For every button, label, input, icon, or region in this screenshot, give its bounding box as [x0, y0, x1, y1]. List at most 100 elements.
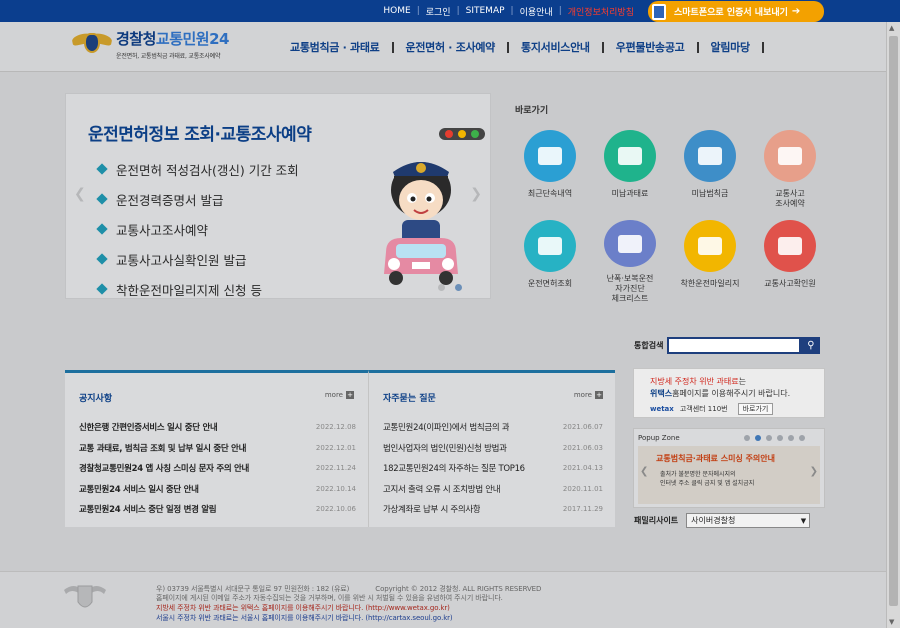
utility-nav: HOME | 로그인 | SITEMAP | 이용안내 | 개인정보처리방침 [377, 0, 640, 22]
quick-label: 최근단속내역 [527, 189, 573, 198]
popup-prev-arrow-icon[interactable]: ❮ [640, 466, 648, 477]
quick-accident-certificate[interactable]: 교통사고확인원 [750, 220, 830, 304]
quick-label: 미납과태료 [611, 189, 649, 198]
quick-links-title: 바로가기 [515, 106, 549, 116]
mileage-icon [684, 220, 736, 272]
banner-title: 운전면허정보 조회·교통조사예약 [88, 125, 312, 145]
quick-unpaid-penalty[interactable]: 미납범칙금 [670, 130, 750, 214]
popup-zone: Popup Zone ❮ 교통범칙금·과태료 스미싱 주의안내 출처가 불분명한… [633, 428, 825, 508]
footer-email-notice: 홈페이지에 게시된 이메일 주소가 자동수집되는 것을 거부하며, 이를 위반 … [156, 594, 503, 602]
faq-more-link[interactable]: more + [574, 391, 603, 399]
popup-dot[interactable] [788, 435, 794, 441]
quick-label: 교통사고 조사예약 [775, 189, 805, 208]
popup-dot[interactable] [744, 435, 750, 441]
smartphone-icon [652, 3, 666, 20]
plus-icon: + [595, 391, 603, 399]
list-item[interactable]: 법인사업자의 법인(민원)신청 방법과 2021.06.03 [383, 438, 603, 459]
family-site: 패밀리사이트 사이버경찰청 ▼ [634, 513, 811, 528]
popup-dot-active[interactable] [755, 435, 761, 441]
nav-returned-mail[interactable]: 우편물반송공고 [616, 39, 685, 55]
integrated-search: 통합검색 ⚲ [634, 337, 821, 354]
banner-item: 착한운전마일리지제 신청 등 [96, 274, 299, 298]
quick-license-lookup[interactable]: 운전면허조회 [510, 220, 590, 304]
car-crash-icon [764, 220, 816, 272]
banner-next-button[interactable]: ❯ [470, 186, 482, 202]
police-emblem-icon [71, 28, 113, 62]
site-footer: 우) 03739 서울특별시 서대문구 통일로 97 민원전화 : 182 (유… [0, 571, 886, 628]
pager-dot-active[interactable] [455, 284, 462, 291]
pager-dot[interactable] [438, 284, 445, 291]
popup-dot[interactable] [799, 435, 805, 441]
wetax-logo: wetax [650, 405, 674, 413]
quick-links-grid: 최근단속내역 미납과태료 미납범칙금 교통사고 조사예약 운전면허조회 난폭·보… [510, 130, 840, 304]
nav-news[interactable]: 알림마당 [711, 39, 751, 55]
notice-list: 신한은행 간편인증서비스 일시 중단 안내 2022.12.08 교통 과태료, … [79, 417, 356, 520]
banner-item: 교통사고조사예약 [96, 214, 299, 244]
nav-fines[interactable]: 교통범칙금 · 과태료 [290, 39, 380, 55]
site-logo[interactable]: 경찰청교통민원24 운전면허, 교통범칙금 과태료, 교통조사예약 [71, 28, 229, 62]
search-icon: ⚲ [807, 340, 815, 351]
popup-next-arrow-icon[interactable]: ❯ [810, 466, 818, 477]
export-certificate-button[interactable]: 스마트폰으로 인증서 내보내기 ➔ [648, 1, 824, 22]
wetax-go-button[interactable]: 바로가기 [737, 403, 774, 415]
wetax-banner[interactable]: 지방세 주정차 위반 과태료는 위택스홈페이지를 이용해주시기 바랍니다. we… [633, 368, 825, 418]
police-mascot-illustration [384, 162, 458, 285]
family-site-select[interactable]: 사이버경찰청 ▼ [686, 513, 811, 528]
search-input[interactable] [667, 337, 802, 354]
list-item[interactable]: 교통민원24 서비스 일시 중단 안내 2022.10.14 [79, 479, 356, 500]
traffic-light-icon [439, 128, 485, 140]
quick-label: 운전면허조회 [527, 279, 573, 288]
popup-dot[interactable] [777, 435, 783, 441]
scroll-up-icon[interactable]: ▲ [889, 24, 894, 32]
arrow-right-icon: ➔ [791, 6, 801, 17]
quick-recent-violations[interactable]: 최근단속내역 [510, 130, 590, 214]
vertical-scrollbar[interactable]: ▲ ▼ [886, 22, 900, 628]
popup-dot[interactable] [766, 435, 772, 441]
plus-icon: + [346, 391, 354, 399]
banner-prev-button[interactable]: ❮ [74, 186, 86, 202]
list-item[interactable]: 가상계좌로 납부 시 주의사항 2017.11.29 [383, 499, 603, 520]
list-item[interactable]: 경찰청교통민원24 앱 사칭 스미싱 문자 주의 안내 2022.11.24 [79, 458, 356, 479]
privacy-link[interactable]: 개인정보처리방침 [562, 5, 640, 18]
sitemap-link[interactable]: SITEMAP [460, 6, 511, 16]
main-banner[interactable]: 운전면허정보 조회·교통조사예약 운전면허 적성검사(갱신) 기간 조회 운전경… [65, 93, 491, 299]
money-icon [604, 130, 656, 182]
quick-reckless-checklist[interactable]: 난폭·보복운전 자가진단 체크리스트 [590, 220, 670, 304]
banner-list: 운전면허 적성검사(갱신) 기간 조회 운전경력증명서 발급 교통사고조사예약 … [96, 154, 299, 298]
popup-zone-title: Popup Zone [638, 434, 680, 442]
popup-slide[interactable]: ❮ 교통범칙금·과태료 스미싱 주의안내 출처가 불분명한 문자메시지의 인터넷… [638, 446, 820, 504]
list-item[interactable]: 교통 과태료, 범칙금 조회 및 납부 일시 중단 안내 2022.12.01 [79, 438, 356, 459]
site-header: 경찰청교통민원24 운전면허, 교통범칙금 과태료, 교통조사예약 교통범칙금 … [0, 22, 886, 72]
quick-good-driving-mileage[interactable]: 착한운전마일리지 [670, 220, 750, 304]
banner-item: 교통사고사실확인원 발급 [96, 244, 299, 274]
chevron-down-icon: ▼ [800, 516, 807, 525]
warning-sign-icon [684, 130, 736, 182]
list-item[interactable]: 교통민원24(이파인)에서 범칙금의 과 2021.06.07 [383, 417, 603, 438]
diamond-bullet-icon [96, 193, 108, 205]
nav-notice-service[interactable]: 통지서비스안내 [521, 39, 590, 55]
nav-license[interactable]: 운전면허 · 조사예약 [406, 39, 496, 55]
family-site-label: 패밀리사이트 [634, 516, 679, 525]
wetax-line3: wetax 고객센터 110번 바로가기 [650, 403, 774, 415]
notice-board: 공지사항 more + 신한은행 간편인증서비스 일시 중단 안내 2022.12.… [65, 370, 368, 527]
faq-board: 자주묻는 질문 more + 교통민원24(이파인)에서 범칙금의 과 2021.0… [368, 370, 615, 527]
search-button[interactable]: ⚲ [801, 337, 821, 354]
list-item[interactable]: 182교통민원24의 자주하는 질문 TOP16 2021.04.13 [383, 458, 603, 479]
faq-title: 자주묻는 질문 [383, 394, 436, 404]
quick-accident-reservation[interactable]: 교통사고 조사예약 [750, 130, 830, 214]
scroll-down-icon[interactable]: ▼ [889, 618, 894, 626]
home-link[interactable]: HOME [377, 6, 416, 16]
top-utility-bar: HOME | 로그인 | SITEMAP | 이용안내 | 개인정보처리방침 스마트폰으… [0, 0, 900, 22]
list-item[interactable]: 교통민원24 서비스 중단 일정 변경 알림 2022.10.06 [79, 499, 356, 520]
guide-link[interactable]: 이용안내 [514, 5, 559, 18]
diamond-bullet-icon [96, 253, 108, 265]
quick-unpaid-fines[interactable]: 미납과태료 [590, 130, 670, 214]
login-link[interactable]: 로그인 [420, 5, 457, 18]
list-item[interactable]: 고지서 출력 오류 시 조치방법 안내 2020.11.01 [383, 479, 603, 500]
notice-more-link[interactable]: more + [325, 391, 354, 399]
footer-seoul-line: 서울시 주정차 위반 과태료는 서울시 홈페이지를 이용해주시기 바랍니다. (… [156, 614, 453, 622]
faq-list: 교통민원24(이파인)에서 범칙금의 과 2021.06.07 법인사업자의 법인… [383, 417, 603, 520]
list-item[interactable]: 신한은행 간편인증서비스 일시 중단 안내 2022.12.08 [79, 417, 356, 438]
wetax-phone: 고객센터 110번 [679, 405, 728, 413]
scroll-thumb[interactable] [889, 36, 898, 606]
